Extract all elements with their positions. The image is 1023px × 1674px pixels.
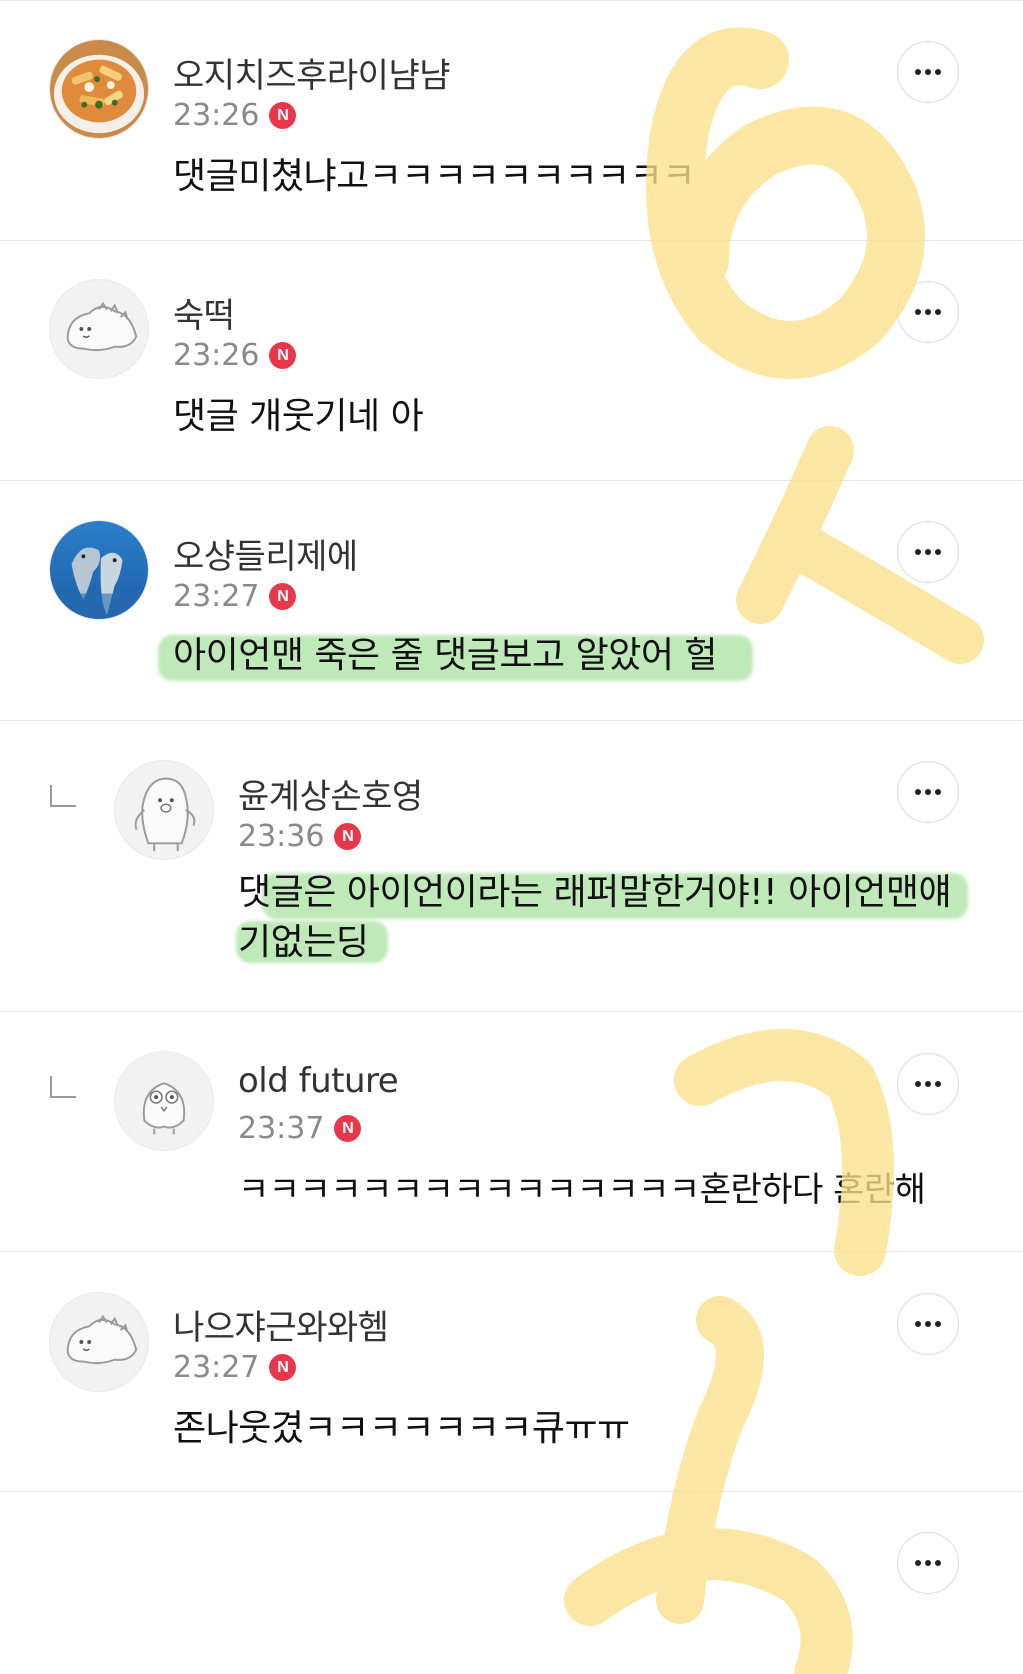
dot-icon	[935, 309, 941, 315]
dot-icon	[935, 1321, 941, 1327]
comment-item: old future 23:37 N ㅋㅋㅋㅋㅋㅋㅋㅋㅋㅋㅋㅋㅋㅋㅋ혼란하다 혼…	[0, 1012, 1023, 1252]
comment-list: 오지치즈후라이냠냠 23:26 N 댓글미쳤냐고ㅋㅋㅋㅋㅋㅋㅋㅋㅋㅋ 숙떡 23…	[0, 0, 1023, 1674]
default-owl-avatar[interactable]	[114, 1051, 214, 1151]
comment-nickname[interactable]: 나으쟈근와와헴	[173, 1300, 389, 1349]
dot-icon	[915, 1321, 921, 1327]
dot-icon	[925, 309, 931, 315]
comment-time: 23:27	[173, 579, 260, 614]
default-dino-avatar[interactable]	[49, 279, 149, 379]
default-dino-avatar[interactable]	[49, 1292, 149, 1392]
comment-meta: 23:37 N	[238, 1111, 362, 1146]
new-badge: N	[269, 102, 297, 129]
comment-meta: 23:27 N	[173, 579, 297, 614]
comment-text: ㅋㅋㅋㅋㅋㅋㅋㅋㅋㅋㅋㅋㅋㅋㅋ혼란하다 혼란해	[238, 1170, 926, 1210]
comment-time: 23:26	[173, 338, 260, 373]
new-badge: N	[269, 1354, 297, 1381]
comment-text: 댓글은 아이언이라는 래퍼말한거야!! 아이언맨얘 기없는딩	[238, 868, 952, 968]
comment-item: 오샹들리제에 23:27 N 아이언맨 죽은 줄 댓글보고 알았어 헐	[0, 481, 1023, 721]
comment-nickname[interactable]: 오샹들리제에	[173, 529, 358, 578]
comment-time: 23:36	[238, 819, 325, 854]
more-options-button[interactable]	[897, 521, 959, 583]
more-options-button[interactable]	[897, 41, 959, 103]
dot-icon	[915, 549, 921, 555]
fries-photo-avatar[interactable]	[49, 39, 149, 139]
default-penguin-avatar[interactable]	[114, 760, 214, 860]
comment-text: 댓글 개웃기네 아	[173, 396, 424, 437]
comment-meta: 23:27 N	[173, 1350, 297, 1385]
comment-text: 댓글미쳤냐고ㅋㅋㅋㅋㅋㅋㅋㅋㅋㅋ	[173, 156, 695, 197]
dot-icon	[925, 1321, 931, 1327]
comment-item: 나으쟈근와와헴 23:27 N 존나웃겼ㅋㅋㅋㅋㅋㅋㅋ큐ㅠㅠ	[0, 1252, 1023, 1492]
comment-item: 숙떡 23:26 N 댓글 개웃기네 아	[0, 241, 1023, 481]
more-options-button[interactable]	[897, 1532, 959, 1594]
dolphin-photo-avatar[interactable]	[49, 520, 149, 620]
comment-item: 윤계상손호영 23:36 N 댓글은 아이언이라는 래퍼말한거야!! 아이언맨얘…	[0, 721, 1023, 1012]
dot-icon	[925, 69, 931, 75]
new-badge: N	[334, 1115, 362, 1142]
comment-text: 아이언맨 죽은 줄 댓글보고 알았어 헐	[173, 635, 718, 676]
comment-text-line: 댓글은 아이언이라는 래퍼말한거야!! 아이언맨얘	[238, 872, 952, 913]
comment-meta: 23:26 N	[173, 98, 297, 133]
new-badge: N	[269, 583, 297, 610]
comment-time: 23:37	[238, 1111, 325, 1146]
dot-icon	[915, 69, 921, 75]
new-badge: N	[269, 342, 297, 369]
new-badge: N	[334, 823, 362, 850]
more-options-button[interactable]	[897, 281, 959, 343]
comment-nickname[interactable]: 오지치즈후라이냠냠	[173, 48, 451, 97]
comment-meta: 23:36 N	[238, 819, 362, 854]
comment-text: 존나웃겼ㅋㅋㅋㅋㅋㅋㅋ큐ㅠㅠ	[173, 1408, 630, 1449]
dot-icon	[925, 1081, 931, 1087]
dot-icon	[935, 69, 941, 75]
more-options-button[interactable]	[897, 1293, 959, 1355]
dot-icon	[935, 789, 941, 795]
comment-time: 23:27	[173, 1350, 260, 1385]
more-options-button[interactable]	[897, 1053, 959, 1115]
comment-nickname[interactable]: 숙떡	[173, 288, 235, 337]
reply-arrow-icon	[50, 1076, 76, 1098]
dot-icon	[925, 1560, 931, 1566]
dot-icon	[925, 789, 931, 795]
dot-icon	[935, 1560, 941, 1566]
more-options-button[interactable]	[897, 761, 959, 823]
dot-icon	[915, 789, 921, 795]
comment-nickname[interactable]: old future	[238, 1061, 399, 1101]
dot-icon	[925, 549, 931, 555]
dot-icon	[935, 549, 941, 555]
dot-icon	[915, 1560, 921, 1566]
dot-icon	[915, 1081, 921, 1087]
dot-icon	[935, 1081, 941, 1087]
reply-arrow-icon	[50, 785, 76, 807]
comment-time: 23:26	[173, 98, 260, 133]
comment-text-line: 기없는딩	[238, 922, 369, 963]
comment-item: 오지치즈후라이냠냠 23:26 N 댓글미쳤냐고ㅋㅋㅋㅋㅋㅋㅋㅋㅋㅋ	[0, 0, 1023, 241]
comment-meta: 23:26 N	[173, 338, 297, 373]
comment-nickname[interactable]: 윤계상손호영	[238, 769, 423, 818]
dot-icon	[915, 309, 921, 315]
